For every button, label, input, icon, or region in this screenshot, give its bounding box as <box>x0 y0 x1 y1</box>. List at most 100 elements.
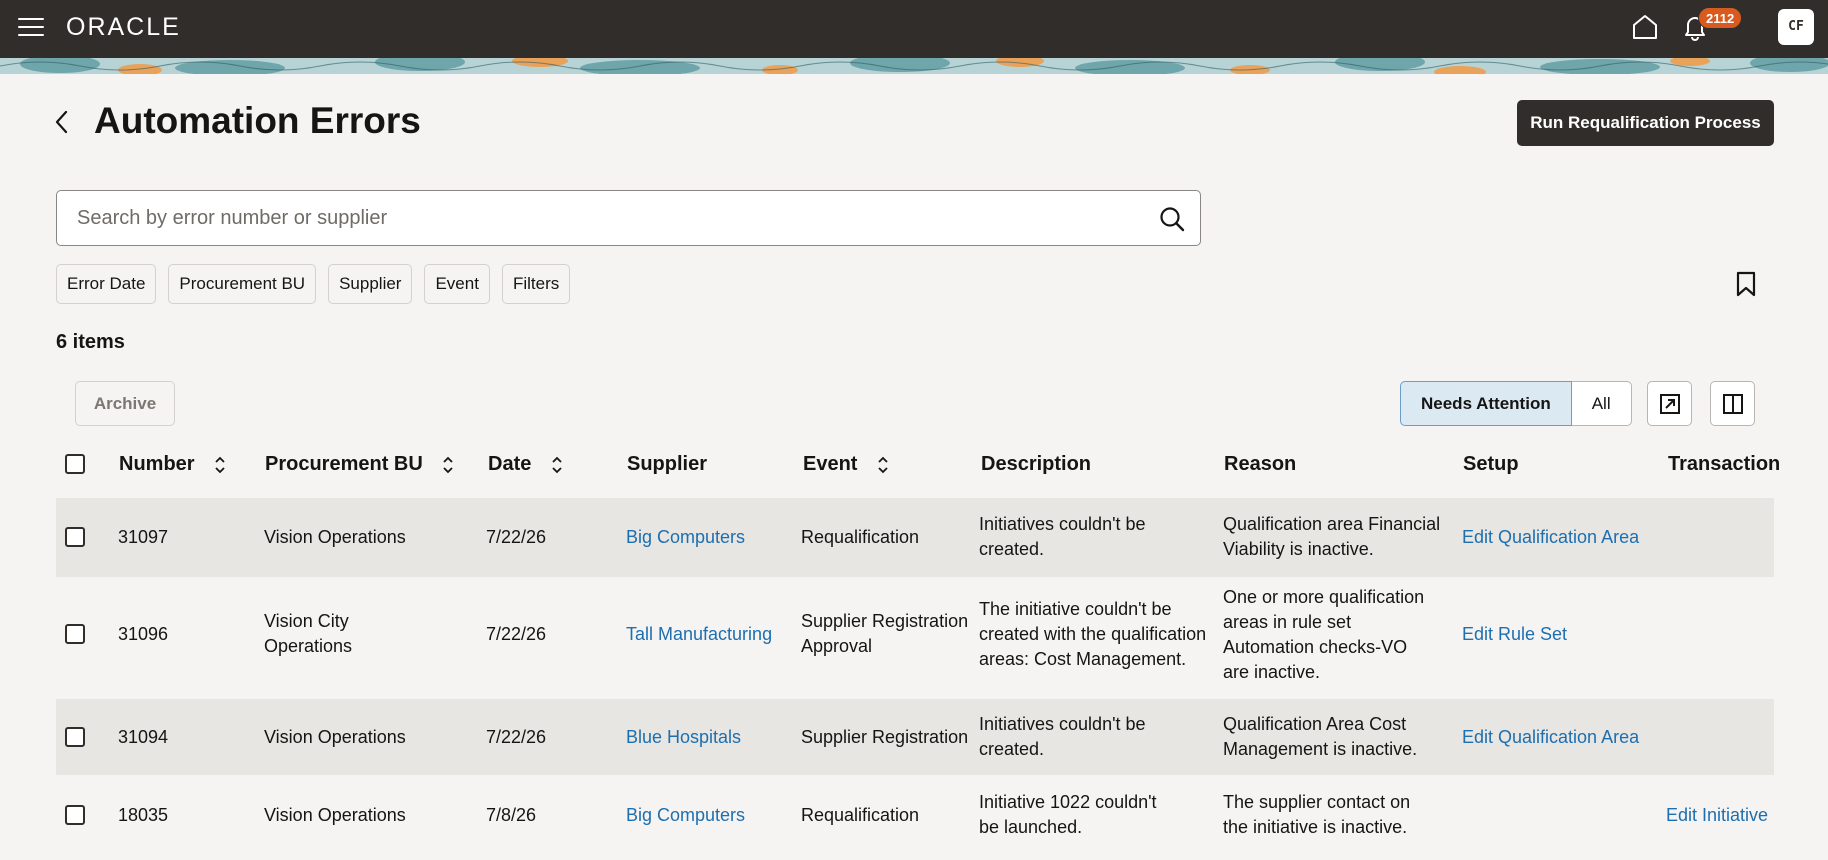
cell-line: Qualification Area Cost <box>1223 714 1407 734</box>
cell-line: Supplier Registration <box>801 727 969 747</box>
hamburger-menu-icon[interactable] <box>18 18 44 38</box>
cell-line: Initiative 1022 couldn't <box>979 792 1157 812</box>
cell-line: The initiative couldn't be <box>979 599 1172 619</box>
cell-date: 7/22/26 <box>486 624 547 644</box>
setup-link[interactable]: Edit Qualification Area <box>1462 725 1639 750</box>
cell-line: Supplier Registration <box>801 611 969 631</box>
cell-line: Requalification <box>801 527 920 547</box>
supplier-link[interactable]: Big Computers <box>626 803 745 828</box>
column-header-date[interactable]: Date <box>488 440 563 488</box>
column-header-setup: Setup <box>1463 453 1519 475</box>
cell-description: Initiatives couldn't be created. <box>979 512 1146 562</box>
setup-link[interactable]: Edit Qualification Area <box>1462 525 1639 550</box>
column-header-label: Number <box>119 453 195 475</box>
cell-procurement-bu: Vision Operations <box>264 725 406 750</box>
cell-line: Initiatives couldn't be <box>979 514 1146 534</box>
items-count: 6 items <box>56 331 125 353</box>
split-view-icon <box>1723 394 1743 414</box>
cell-number: 31094 <box>118 727 169 747</box>
top-bar: ORACLE 2112 CF <box>0 0 1828 58</box>
cell-procurement-bu: Vision City Operations <box>264 609 352 659</box>
column-header-event[interactable]: Event <box>803 440 889 488</box>
filter-chip-procurement-bu[interactable]: Procurement BU <box>168 264 317 304</box>
filter-chip-event[interactable]: Event <box>424 264 490 304</box>
table-row[interactable]: 31097 Vision Operations 7/22/26 Big Comp… <box>56 498 1774 577</box>
cell-line: Operations <box>264 636 353 656</box>
column-header-label: Event <box>803 453 858 475</box>
row-checkbox[interactable] <box>65 527 85 547</box>
user-avatar[interactable]: CF <box>1778 9 1814 45</box>
cell-line: created. <box>979 739 1045 759</box>
split-view-button[interactable] <box>1710 381 1755 426</box>
table-row[interactable]: 31094 Vision Operations 7/22/26 Blue Hos… <box>56 699 1774 775</box>
cell-number: 31097 <box>118 527 169 547</box>
table-row[interactable]: 31096 Vision City Operations 7/22/26 Tal… <box>56 577 1774 699</box>
cell-event: Supplier Registration Approval <box>801 609 968 659</box>
cell-description: The initiative couldn't be created with … <box>979 597 1206 672</box>
home-icon[interactable] <box>1630 12 1660 42</box>
filter-chip-error-date[interactable]: Error Date <box>56 264 157 304</box>
cell-reason: Qualification Area Cost Management is in… <box>1223 712 1417 762</box>
cell-event: Supplier Registration <box>801 725 968 750</box>
bookmark-icon[interactable] <box>1733 270 1759 298</box>
search-icon[interactable] <box>1158 205 1186 233</box>
cell-line: areas: Cost Management. <box>979 649 1187 669</box>
cell-line: One or more qualification <box>1223 587 1425 607</box>
cell-line: created. <box>979 539 1045 559</box>
cell-line: Management is inactive. <box>1223 739 1418 759</box>
sort-icon[interactable] <box>442 455 454 475</box>
column-header-procurement-bu[interactable]: Procurement BU <box>265 440 454 488</box>
cell-description: Initiatives couldn't be created. <box>979 712 1146 762</box>
sort-icon[interactable] <box>877 455 889 475</box>
needs-attention-toggle[interactable]: Needs Attention <box>1400 381 1572 426</box>
supplier-link[interactable]: Tall Manufacturing <box>626 622 772 647</box>
cell-line: Vision City <box>264 611 349 631</box>
column-header-reason: Reason <box>1224 453 1297 475</box>
archive-button[interactable]: Archive <box>75 381 175 426</box>
cell-line: Requalification <box>801 805 920 825</box>
cell-number: 31096 <box>118 624 169 644</box>
cell-line: created with the qualification <box>979 624 1207 644</box>
export-button[interactable] <box>1647 381 1692 426</box>
oracle-logo[interactable]: ORACLE <box>66 13 181 42</box>
cell-line: Automation checks-VO <box>1223 637 1408 657</box>
sort-icon[interactable] <box>551 455 563 475</box>
cell-line: Vision Operations <box>264 805 406 825</box>
table-row[interactable]: 18035 Vision Operations 7/8/26 Big Compu… <box>56 775 1774 855</box>
search-input[interactable] <box>77 191 1127 245</box>
back-arrow-icon[interactable] <box>50 108 74 136</box>
cell-reason: Qualification area Financial Viability i… <box>1223 512 1440 562</box>
all-toggle[interactable]: All <box>1571 381 1632 426</box>
column-header-number[interactable]: Number <box>119 440 226 488</box>
filter-chip-supplier[interactable]: Supplier <box>328 264 413 304</box>
cell-reason: The supplier contact on the initiative i… <box>1223 790 1410 840</box>
cell-line: Vision Operations <box>264 727 406 747</box>
column-header-transaction: Transaction <box>1668 453 1781 475</box>
cell-date: 7/22/26 <box>486 527 547 547</box>
column-header-description: Description <box>981 453 1092 475</box>
row-checkbox[interactable] <box>65 624 85 644</box>
filter-chips: Error Date Procurement BU Supplier Event… <box>56 264 571 304</box>
supplier-link[interactable]: Blue Hospitals <box>626 725 741 750</box>
column-header-label: Date <box>488 453 532 475</box>
row-checkbox[interactable] <box>65 805 85 825</box>
filter-chip-filters[interactable]: Filters <box>501 264 571 304</box>
view-toggle: Needs Attention All <box>1400 381 1632 426</box>
setup-link[interactable]: Edit Rule Set <box>1462 622 1567 647</box>
run-requalification-button[interactable]: Run Requalification Process <box>1517 100 1774 146</box>
sort-icon[interactable] <box>214 455 226 475</box>
cell-procurement-bu: Vision Operations <box>264 803 406 828</box>
cell-line: be launched. <box>979 817 1083 837</box>
row-checkbox[interactable] <box>65 727 85 747</box>
cell-event: Requalification <box>801 803 919 828</box>
select-all-checkbox[interactable] <box>65 454 85 474</box>
transaction-link[interactable]: Edit Initiative <box>1666 803 1768 828</box>
cell-line: Viability is inactive. <box>1223 539 1374 559</box>
cell-date: 7/8/26 <box>486 805 537 825</box>
notification-count-badge: 2112 <box>1698 7 1743 29</box>
column-header-label: Procurement BU <box>265 453 423 475</box>
cell-event: Requalification <box>801 525 919 550</box>
cell-line: are inactive. <box>1223 662 1321 682</box>
cell-date: 7/22/26 <box>486 727 547 747</box>
supplier-link[interactable]: Big Computers <box>626 525 745 550</box>
